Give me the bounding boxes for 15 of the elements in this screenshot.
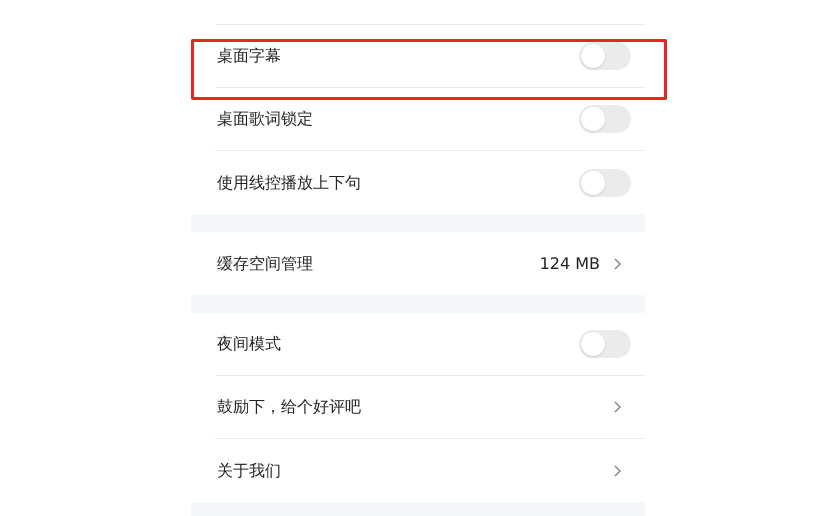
toggle-switch[interactable] [579, 42, 631, 70]
toggle-switch[interactable] [579, 330, 631, 358]
setting-label: 桌面歌词锁定 [217, 108, 314, 130]
chevron-right-icon[interactable] [614, 258, 621, 270]
chevron-right-icon[interactable] [614, 401, 621, 413]
setting-value: 124 MB [540, 252, 600, 274]
setting-label: 关于我们 [217, 460, 282, 482]
setting-label: 鼓励下，给个好评吧 [217, 396, 362, 418]
setting-label: 缓存空间管理 [217, 252, 314, 274]
chevron-right-icon[interactable] [614, 464, 621, 476]
setting-label: 使用线控播放上下句 [217, 172, 362, 194]
toggle-switch[interactable] [579, 168, 631, 196]
setting-label: 夜间模式 [217, 333, 282, 355]
toggle-switch[interactable] [579, 105, 631, 133]
setting-label: 桌面字幕 [217, 45, 282, 67]
